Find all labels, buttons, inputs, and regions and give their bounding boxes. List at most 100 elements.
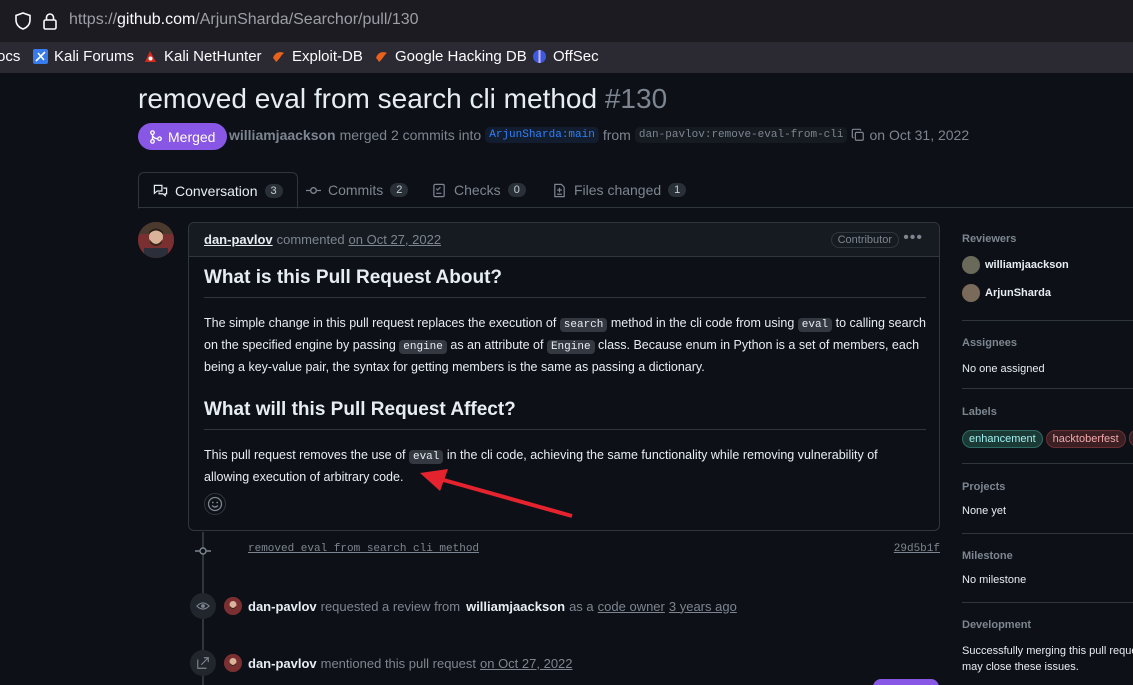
from-text: from — [602, 127, 631, 143]
label-enhancement[interactable]: enhancement — [962, 430, 1043, 448]
event-avatar[interactable] — [224, 654, 242, 672]
comment-date-link[interactable]: on Oct 27, 2022 — [349, 232, 442, 247]
bookmark-label: ocs — [0, 48, 21, 65]
kebab-menu-icon[interactable]: ••• — [903, 229, 923, 247]
comment-action: commented — [276, 232, 345, 247]
tab-label: Checks — [454, 182, 501, 198]
text-fragment: This pull request removes the use of — [204, 448, 409, 462]
text-fragment: as an attribute of — [446, 338, 547, 352]
tab-label: Conversation — [175, 182, 258, 199]
browser-url-bar[interactable]: https://github.com/ArjunSharda/Searchor/… — [0, 0, 1133, 42]
reviewers-section: Reviewers williamjaackson ArjunSharda — [962, 233, 1133, 321]
label-truncated[interactable] — [1128, 429, 1133, 446]
head-branch-link[interactable]: dan-pavlov:remove-eval-from-cli — [634, 127, 848, 143]
tab-label: Files changed — [574, 182, 662, 198]
event-user-link[interactable]: dan-pavlov — [248, 656, 317, 671]
projects-heading[interactable]: Projects — [962, 481, 1133, 493]
reviewers-heading[interactable]: Reviewers — [962, 233, 1133, 245]
bookmark-label: Google Hacking DB — [395, 48, 527, 65]
tab-label: Commits — [328, 182, 384, 198]
projects-section: Projects None yet — [962, 481, 1133, 534]
timeline-event-review-request: dan-pavlov requested a review from willi… — [190, 592, 950, 620]
reviewer-row[interactable]: ArjunSharda — [962, 283, 1133, 303]
url-prefix: https:// — [69, 11, 118, 28]
ghdb-icon — [376, 52, 387, 62]
milestone-heading[interactable]: Milestone — [962, 550, 1133, 562]
tab-commits[interactable]: Commits 2 — [306, 172, 409, 208]
development-section: Development Successfully merging this pu… — [962, 619, 1133, 685]
assignees-value: No one assigned — [962, 363, 1045, 375]
assignees-heading[interactable]: Assignees — [962, 337, 1133, 349]
url-path: /ArjunSharda/Searchor/pull/130 — [195, 11, 419, 28]
offsec-icon — [533, 50, 546, 63]
nethunter-icon — [145, 51, 156, 62]
inline-code: search — [559, 318, 608, 332]
pr-tabs: Conversation 3 Commits 2 Checks 0 Files … — [138, 172, 1133, 209]
reviewer-avatar — [962, 256, 980, 274]
pr-meta: williamjaackson merged 2 commits into Ar… — [229, 127, 969, 143]
inline-code: eval — [797, 318, 833, 332]
file-diff-icon — [554, 183, 565, 197]
merged-date: on Oct 31, 2022 — [869, 127, 970, 143]
base-branch-link[interactable]: ArjunSharda:main — [485, 127, 599, 143]
commit-sha-link[interactable]: 29d5b1f — [894, 543, 940, 555]
inline-code: eval — [408, 450, 444, 464]
label-hacktoberfest[interactable]: hacktoberfest — [1045, 430, 1126, 448]
tab-files-changed[interactable]: Files changed 1 — [552, 172, 687, 208]
contributor-badge: Contributor — [830, 232, 899, 248]
merged-label: Merged — [168, 128, 216, 145]
labels-heading[interactable]: Labels — [962, 406, 1133, 418]
page-content: removed eval from search cli method #130… — [0, 73, 1133, 685]
comment-author-link[interactable]: dan-pavlov — [204, 232, 273, 247]
url-text[interactable]: https://github.com/ArjunSharda/Searchor/… — [69, 11, 419, 29]
comment-heading-affect: What will this Pull Request Affect? — [204, 399, 926, 430]
bookmark-google-hacking-db[interactable]: Google Hacking DB — [374, 48, 527, 65]
add-reaction-button[interactable] — [204, 493, 226, 515]
lock-icon[interactable] — [42, 12, 58, 30]
comment-discussion-icon — [153, 184, 168, 197]
event-avatar[interactable] — [224, 597, 242, 615]
bookmark-exploit-db[interactable]: Exploit-DB — [271, 48, 363, 65]
assignees-section: Assignees No one assigned — [962, 337, 1133, 389]
tab-count: 1 — [668, 183, 687, 197]
labels-section: Labels enhancement hacktoberfest — [962, 406, 1133, 464]
timeline-event-mention: dan-pavlov mentioned this pull request o… — [190, 649, 950, 677]
page-title: removed eval from search cli method #130 — [138, 83, 667, 115]
copy-icon[interactable] — [851, 128, 865, 142]
commit-row: removed eval from search cli method 29d5… — [195, 541, 940, 561]
event-user-link[interactable]: dan-pavlov — [248, 599, 317, 614]
bookmark-kali-forums[interactable]: Kali Forums — [33, 48, 134, 65]
annotation-arrow — [420, 469, 573, 518]
exploit-db-icon — [273, 52, 284, 62]
event-time-link[interactable]: on Oct 27, 2022 — [480, 656, 573, 671]
development-value: Successfully merging this pull request m… — [962, 645, 1133, 673]
reviewer-name: williamjaackson — [985, 259, 1069, 271]
avatar-image — [138, 222, 174, 258]
inline-code: Engine — [546, 340, 595, 354]
cross-reference-icon — [190, 650, 216, 676]
shield-icon[interactable] — [14, 12, 32, 30]
commit-message-link[interactable]: removed eval from search cli method — [248, 543, 479, 555]
code-owner-link[interactable]: code owner — [598, 599, 665, 614]
text-fragment: The simple change in this pull request r… — [204, 316, 560, 330]
bookmark-docs[interactable]: ocs — [0, 48, 20, 65]
author-avatar[interactable] — [138, 222, 174, 258]
tab-count: 3 — [264, 183, 283, 198]
pr-title: removed eval from search cli method — [138, 83, 598, 114]
tab-count: 0 — [507, 183, 526, 197]
bookmark-offsec[interactable]: OffSec — [532, 48, 599, 65]
bookmark-label: Kali NetHunter — [164, 48, 262, 65]
reviewer-row[interactable]: williamjaackson — [962, 255, 1133, 275]
tab-conversation[interactable]: Conversation 3 — [138, 172, 298, 209]
milestone-section: Milestone No milestone — [962, 550, 1133, 603]
development-heading[interactable]: Development — [962, 619, 1133, 631]
reviewer-avatar — [962, 284, 980, 302]
merged-status-badge: Merged — [138, 123, 228, 150]
event-time-link[interactable]: 3 years ago — [669, 599, 737, 614]
tab-checks[interactable]: Checks 0 — [432, 172, 526, 208]
merged-by-user-link[interactable]: williamjaackson — [229, 127, 336, 143]
smiley-icon — [207, 496, 223, 512]
bookmark-kali-nethunter[interactable]: Kali NetHunter — [143, 48, 262, 65]
reviewer-name: ArjunSharda — [985, 287, 1052, 299]
event-target-user-link[interactable]: williamjaackson — [466, 599, 565, 614]
